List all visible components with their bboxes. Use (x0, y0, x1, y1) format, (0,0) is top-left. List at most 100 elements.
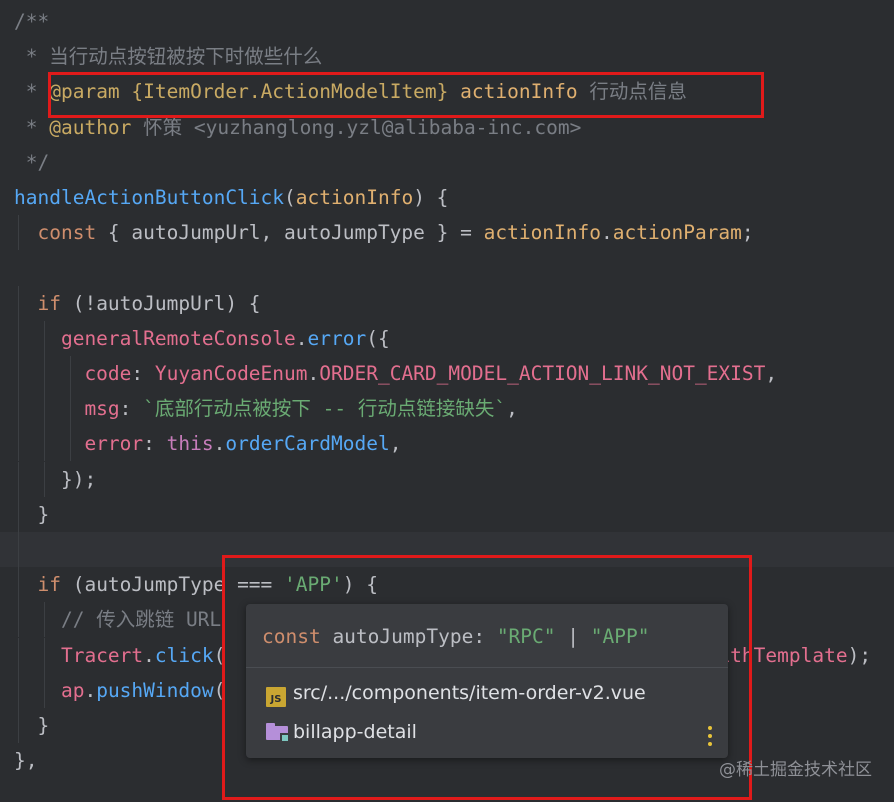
code-token: ({ (366, 326, 390, 350)
code-token: }); (14, 467, 97, 491)
code-token: 怀策 (143, 115, 183, 139)
code-token: ` (143, 397, 155, 421)
code-token: . (143, 643, 155, 667)
code-token: <yuzhanglong.yzl@alibaba-inc.com> (182, 115, 582, 139)
code-token: -- (310, 397, 358, 421)
code-token: code (14, 362, 132, 385)
module-name: billapp-detail (293, 721, 417, 743)
code-token: , (506, 397, 518, 421)
code-text: }); (14, 462, 96, 497)
code-text: handleActionButtonClick(actionInfo) { (14, 180, 448, 215)
code-token: const (14, 221, 97, 245)
code-token: : (131, 362, 155, 385)
code-token: ` (494, 397, 507, 421)
code-token: : (143, 432, 167, 456)
sig-keyword: const (262, 625, 321, 648)
sig-type-1: "RPC" (496, 625, 556, 648)
code-token: . (307, 362, 320, 385)
code-text: // 传入跳链 URL (14, 602, 221, 637)
code-line[interactable]: handleActionButtonClick(actionInfo) { (0, 180, 894, 215)
code-token: orderCardModel (225, 432, 390, 456)
code-token: * (14, 80, 50, 104)
code-token: : (119, 397, 144, 421)
code-text: } (14, 708, 49, 743)
code-text: code: YuyanCodeEnum.ORDER_CARD_MODEL_ACT… (14, 356, 777, 391)
code-token: actionInfo (483, 221, 602, 245)
code-token: actionInfo (295, 186, 414, 209)
code-line[interactable]: if (!autoJumpUrl) { (0, 285, 894, 321)
code-token: error (14, 432, 144, 456)
code-token: ) { (413, 186, 449, 209)
code-text: const { autoJumpUrl, autoJumpType } = ac… (14, 215, 754, 250)
code-token: 底部行动点被按下 (154, 397, 311, 421)
code-token: click (154, 643, 214, 667)
code-text: if (!autoJumpUrl) { (14, 286, 261, 321)
code-text: */ (14, 145, 50, 180)
code-token: ); (847, 643, 872, 667)
code-token: { autoJumpUrl, autoJumpType } = (96, 221, 484, 245)
code-token: ap (14, 678, 85, 702)
code-token: @author (49, 115, 132, 139)
code-token: error (307, 326, 367, 350)
code-token: Tracert (14, 643, 144, 667)
code-token: pushWindow (96, 678, 214, 702)
code-token: } (14, 502, 50, 526)
sig-colon: : (473, 625, 497, 648)
code-line[interactable]: error: this.orderCardModel, (0, 426, 894, 462)
file-location-link[interactable]: JS src/.../components/item-order-v2.vue (266, 676, 646, 710)
code-text: ap.pushWindow( (14, 673, 225, 708)
code-text: * 当行动点按钮被按下时做些什么 (14, 39, 323, 74)
js-file-icon: JS (266, 687, 286, 707)
code-token: 传入跳链 (96, 608, 175, 632)
module-folder-icon (266, 723, 289, 742)
code-token: } (14, 714, 50, 737)
code-token: 当行动点按钮被按下时做些什么 (49, 45, 323, 69)
code-token: if (14, 573, 61, 597)
code-line[interactable]: }); (0, 461, 894, 497)
code-token: . (213, 432, 226, 456)
code-line[interactable]: generalRemoteConsole.error({ (0, 320, 894, 356)
code-text: /** (14, 4, 49, 39)
sig-type-2: "APP" (590, 625, 650, 648)
code-token: handleActionButtonClick (14, 186, 285, 209)
code-token: ; (741, 221, 754, 245)
code-line[interactable] (0, 250, 894, 285)
popup-separator (246, 667, 728, 668)
code-token: URL (174, 608, 222, 632)
sig-bar: | (555, 625, 591, 648)
annotation-box-param (48, 72, 764, 118)
code-token: * (14, 115, 50, 139)
code-token: generalRemoteConsole (14, 326, 296, 350)
watermark: @稀土掘金技术社区 (719, 760, 872, 780)
code-token: /** (14, 10, 50, 33)
code-token: ( (284, 186, 296, 209)
code-text: generalRemoteConsole.error({ (14, 321, 390, 356)
code-line[interactable]: code: YuyanCodeEnum.ORDER_CARD_MODEL_ACT… (0, 356, 894, 391)
code-token: . (84, 678, 97, 702)
code-token: (!autoJumpUrl) { (60, 291, 261, 315)
code-token: }, (14, 749, 38, 773)
code-line[interactable]: const { autoJumpUrl, autoJumpType } = ac… (0, 215, 894, 251)
code-token: , (765, 362, 778, 385)
code-token: , (389, 432, 402, 456)
code-text: } (14, 497, 49, 532)
indent-guide (18, 532, 19, 567)
code-line[interactable]: msg: `底部行动点被按下 -- 行动点链接缺失`, (0, 391, 894, 427)
kebab-menu-icon[interactable] (706, 726, 714, 746)
code-token: . (295, 326, 308, 350)
code-line[interactable]: /** (0, 4, 894, 39)
code-text: msg: `底部行动点被按下 -- 行动点链接缺失`, (14, 391, 518, 426)
code-token: actionParam (612, 221, 742, 245)
quick-info-popup: const autoJumpType: "RPC" | "APP" JS src/… (246, 604, 728, 758)
code-token: ORDER_CARD_MODEL_ACTION_LINK_NOT_EXIST (319, 362, 766, 385)
code-token: this (166, 432, 214, 456)
code-line[interactable]: */ (0, 145, 894, 180)
code-token: if (14, 291, 61, 315)
code-line[interactable]: * 当行动点按钮被按下时做些什么 (0, 39, 894, 74)
module-link[interactable]: billapp-detail (266, 715, 417, 749)
code-token: . (601, 221, 613, 245)
code-text: }, (14, 743, 37, 778)
code-line[interactable]: } (0, 496, 894, 532)
code-token: * (14, 45, 50, 69)
